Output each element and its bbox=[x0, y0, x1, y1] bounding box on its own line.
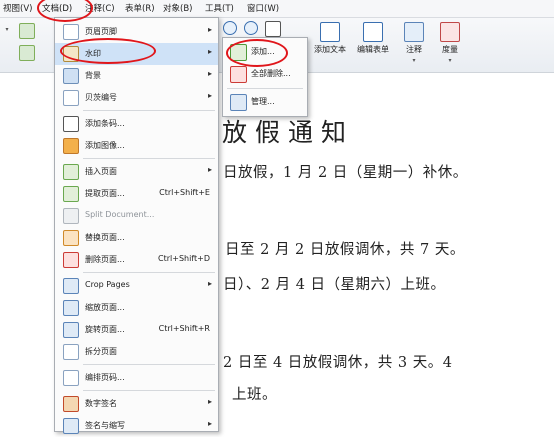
add-text-icon bbox=[320, 22, 340, 42]
submenu-item-manage-watermark[interactable]: 管理... bbox=[223, 91, 307, 113]
extract-page-icon bbox=[63, 186, 79, 202]
menu-item-insert-page[interactable]: 插入页面 ▸ bbox=[55, 161, 218, 183]
split-page-icon bbox=[63, 344, 79, 360]
menu-item-page-number[interactable]: 编排页码... bbox=[55, 367, 218, 389]
crop-pages-icon bbox=[63, 278, 79, 294]
menu-item-extract-page[interactable]: 提取页面... Ctrl+Shift+E bbox=[55, 183, 218, 205]
document-line-2: 日至 2 月 2 日放假调休，共 7 天。 bbox=[225, 242, 465, 258]
zoom-out-icon[interactable] bbox=[241, 21, 261, 37]
edit-form-icon bbox=[363, 22, 383, 42]
add-image-icon bbox=[63, 138, 79, 154]
rotate-page-icon bbox=[63, 322, 79, 338]
digital-signature-icon bbox=[63, 396, 79, 412]
submenu-arrow-icon: ▸ bbox=[207, 25, 212, 34]
menu-item-delete-page[interactable]: 删除页面... Ctrl+Shift+D bbox=[55, 249, 218, 271]
menu-item-bates-number[interactable]: 贝茨编号 ▸ bbox=[55, 87, 218, 109]
document-line-1: 日放假，1 月 2 日（星期一）补休。 bbox=[223, 165, 468, 181]
menu-separator bbox=[83, 272, 215, 273]
submenu-arrow-icon: ▸ bbox=[207, 419, 212, 428]
submenu-arrow-icon: ▸ bbox=[207, 165, 212, 174]
split-document-icon bbox=[63, 208, 79, 224]
submenu-arrow-icon: ▸ bbox=[207, 91, 212, 100]
toolbar-left-arrow[interactable]: ▾ bbox=[2, 24, 12, 33]
document-line-4: 2 日至 4 日放假调休，共 3 天。4 bbox=[223, 355, 453, 371]
document-title: 放假通知 bbox=[222, 118, 355, 147]
annotation-ellipse-add bbox=[226, 39, 288, 67]
annotate-icon bbox=[404, 22, 424, 42]
annotation-ellipse-watermark bbox=[60, 38, 156, 64]
menu-window[interactable]: 窗口(W) bbox=[247, 2, 279, 14]
page-number-icon bbox=[63, 370, 79, 386]
menu-item-add-image[interactable]: 添加图像... bbox=[55, 135, 218, 157]
manage-watermark-icon bbox=[230, 94, 247, 111]
menu-separator bbox=[83, 158, 215, 159]
menu-separator bbox=[83, 364, 215, 365]
replace-page-icon bbox=[63, 230, 79, 246]
menu-view[interactable]: 视图(V) bbox=[3, 2, 32, 14]
menu-separator bbox=[227, 88, 303, 89]
menu-item-background[interactable]: 背景 ▸ bbox=[55, 65, 218, 87]
menu-item-rotate-page[interactable]: 旋转页面... Ctrl+Shift+R bbox=[55, 319, 218, 341]
submenu-arrow-icon: ▸ bbox=[207, 279, 212, 288]
zoom-in-icon[interactable] bbox=[220, 21, 240, 37]
menu-item-split-page[interactable]: 拆分页面 bbox=[55, 341, 218, 363]
menu-item-sign-initials[interactable]: 签名与缩写 ▸ bbox=[55, 415, 218, 437]
barcode-icon bbox=[63, 116, 79, 132]
edit-form-button[interactable]: 编辑表单 bbox=[353, 22, 393, 55]
submenu-arrow-icon: ▸ bbox=[207, 47, 212, 56]
menu-separator bbox=[83, 390, 215, 391]
resize-page-icon bbox=[63, 300, 79, 316]
annotate-button[interactable]: 注释 ▾ bbox=[396, 22, 432, 64]
add-text-button[interactable]: 添加文本 bbox=[310, 22, 350, 55]
menu-item-digital-signature[interactable]: 数字签名 ▸ bbox=[55, 393, 218, 415]
delete-all-watermark-icon bbox=[230, 66, 247, 83]
menu-object[interactable]: 对象(B) bbox=[163, 2, 192, 14]
document-line-3: 日）、2 月 4 日（星期六）上班。 bbox=[223, 277, 446, 293]
delete-page-icon bbox=[63, 252, 79, 268]
menu-item-replace-page[interactable]: 替换页面... bbox=[55, 227, 218, 249]
toolbar-left-icon-2[interactable] bbox=[17, 45, 37, 63]
toolbar-left-icon-1[interactable] bbox=[17, 23, 37, 41]
submenu-arrow-icon: ▸ bbox=[207, 69, 212, 78]
submenu-arrow-icon: ▸ bbox=[207, 397, 212, 406]
menu-form[interactable]: 表单(R) bbox=[125, 2, 155, 14]
insert-page-icon bbox=[63, 164, 79, 180]
menu-item-add-barcode[interactable]: 添加条码... bbox=[55, 113, 218, 135]
header-footer-icon bbox=[63, 24, 79, 40]
menu-tools[interactable]: 工具(T) bbox=[205, 2, 234, 14]
menu-item-crop-pages[interactable]: Crop Pages ▸ bbox=[55, 275, 218, 297]
document-line-5: 上班。 bbox=[232, 387, 277, 403]
menu-item-resize-page[interactable]: 缩放页面... bbox=[55, 297, 218, 319]
background-icon bbox=[63, 68, 79, 84]
measure-button[interactable]: 度量 ▾ bbox=[432, 22, 468, 64]
menu-item-split-document: Split Document... bbox=[55, 205, 218, 227]
sign-initials-icon bbox=[63, 418, 79, 434]
measure-icon bbox=[440, 22, 460, 42]
document-menu-dropdown: 页眉页脚 ▸ 水印 ▸ 背景 ▸ 贝茨编号 ▸ 添加条码... 添加图像... … bbox=[54, 17, 219, 434]
menu-separator bbox=[83, 110, 215, 111]
bates-number-icon bbox=[63, 90, 79, 106]
